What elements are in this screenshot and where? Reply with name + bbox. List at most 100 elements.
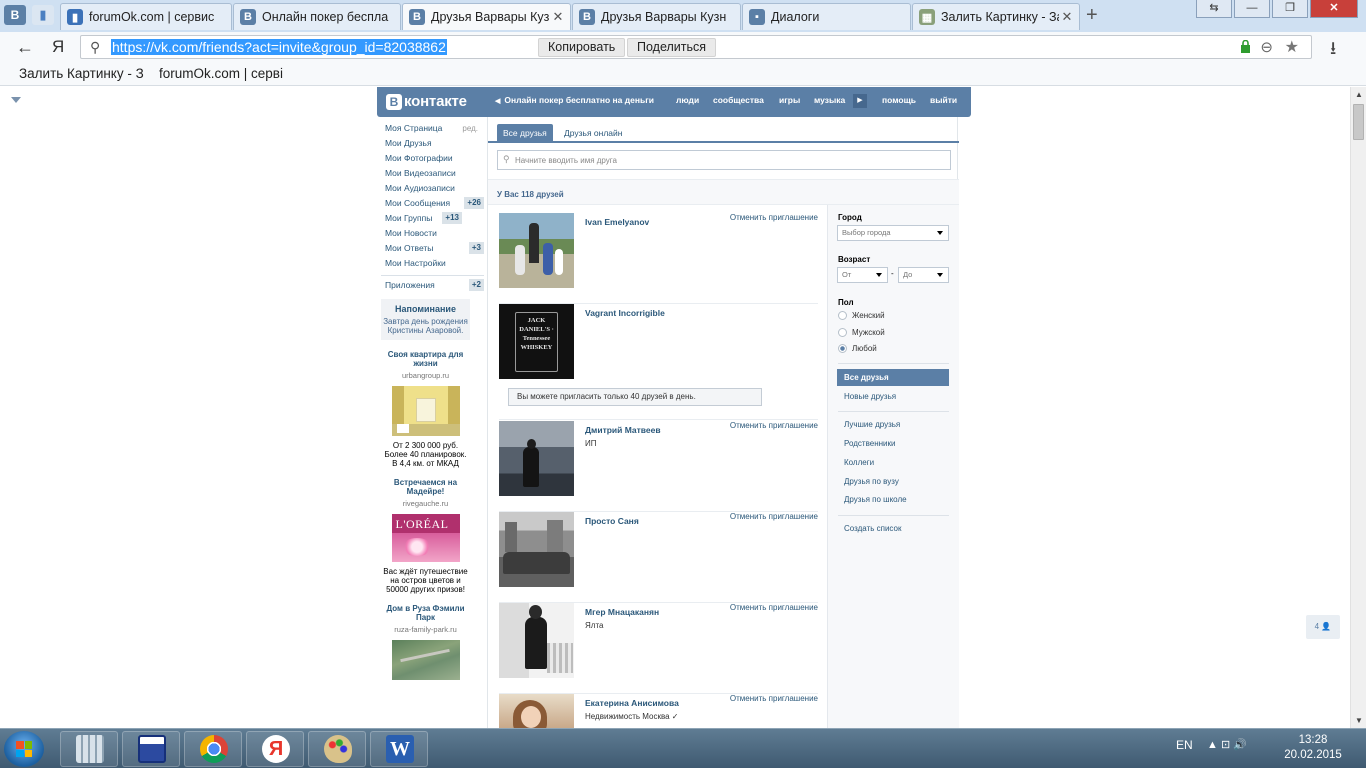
menu-my-groups[interactable]: Мои Группы +13 bbox=[381, 211, 484, 226]
list-all-friends[interactable]: Все друзья bbox=[837, 369, 949, 386]
ad-title[interactable]: Своя квартира для жизни bbox=[381, 350, 470, 368]
edit-link[interactable]: ред. bbox=[462, 121, 478, 136]
cancel-invite-link[interactable]: Отменить приглашение bbox=[730, 603, 818, 612]
cancel-invite-link[interactable]: Отменить приглашение bbox=[730, 421, 818, 430]
city-select[interactable]: Выбор города bbox=[837, 225, 949, 241]
friend-avatar[interactable] bbox=[499, 694, 574, 728]
ad-block[interactable]: Дом в Руза Фэмили Парк ruza-family-park.… bbox=[381, 604, 470, 680]
sex-radio-any[interactable]: Любой bbox=[838, 344, 877, 358]
tab-online-friends[interactable]: Друзья онлайн bbox=[564, 124, 622, 142]
menu-my-settings[interactable]: Мои Настройки bbox=[381, 256, 484, 271]
copy-button[interactable]: Копировать bbox=[538, 38, 626, 57]
tab-close-icon[interactable]: ✕ bbox=[550, 9, 566, 25]
ad-image-aerial[interactable] bbox=[391, 640, 460, 680]
tab-upload-image[interactable]: ▦ Залить Картинку - Зал ✕ bbox=[912, 3, 1080, 30]
minimize-icon[interactable]: — bbox=[1234, 0, 1270, 18]
ad-title[interactable]: Встречаемся на Мадейре! bbox=[381, 478, 470, 496]
ad-domain[interactable]: rivegauche.ru bbox=[381, 499, 470, 508]
cancel-invite-link[interactable]: Отменить приглашение bbox=[730, 512, 818, 521]
nav-communities[interactable]: сообщества bbox=[713, 95, 764, 105]
new-tab-icon[interactable]: + bbox=[1086, 4, 1098, 27]
close-window-icon[interactable]: ✕ bbox=[1310, 0, 1358, 18]
taskbar-calculator[interactable] bbox=[60, 731, 118, 767]
taskbar-paint[interactable] bbox=[308, 731, 366, 767]
start-button[interactable] bbox=[4, 731, 44, 767]
list-colleagues[interactable]: Коллеги bbox=[837, 454, 949, 471]
menu-my-page[interactable]: Моя Страница ред. bbox=[381, 121, 484, 136]
tab-all-friends[interactable]: Все друзья bbox=[497, 124, 553, 142]
pinned-tab-bookmark[interactable]: ▮ bbox=[32, 5, 54, 25]
language-indicator[interactable]: EN bbox=[1176, 738, 1193, 752]
friend-avatar[interactable]: JACK DANIEL'S · Tennessee WHISKEY bbox=[499, 304, 574, 379]
tab-close-icon[interactable]: ✕ bbox=[1059, 9, 1075, 25]
friend-avatar[interactable] bbox=[499, 512, 574, 587]
scrollbar-thumb[interactable] bbox=[1353, 104, 1364, 140]
nav-music[interactable]: музыка bbox=[814, 95, 845, 105]
taskbar-clock[interactable]: 13:28 20.02.2015 bbox=[1283, 733, 1343, 763]
ad-domain[interactable]: ruza-family-park.ru bbox=[381, 625, 470, 634]
tab-forumok[interactable]: ▮ forumOk.com | сервис bbox=[60, 3, 232, 30]
bookmark-star-icon[interactable]: ★ bbox=[1285, 37, 1299, 57]
sex-radio-male[interactable]: Мужской bbox=[838, 328, 885, 342]
tray-icons[interactable]: ▲ ⊡ 🔊 bbox=[1207, 738, 1247, 751]
page-scrollbar[interactable]: ▲ ▼ bbox=[1350, 87, 1366, 728]
list-university-friends[interactable]: Друзья по вузу bbox=[837, 473, 949, 490]
menu-my-friends[interactable]: Мои Друзья bbox=[381, 136, 484, 151]
friend-name[interactable]: Ivan Emelyanov bbox=[585, 217, 649, 227]
friend-avatar[interactable] bbox=[499, 213, 574, 288]
menu-my-messages[interactable]: Мои Сообщения +26 bbox=[381, 196, 484, 211]
list-best-friends[interactable]: Лучшие друзья bbox=[837, 416, 949, 433]
create-list-link[interactable]: Создать список bbox=[837, 520, 949, 537]
nav-more-arrow-icon[interactable]: ▶ bbox=[853, 94, 867, 108]
radio-circle-selected[interactable] bbox=[838, 344, 847, 353]
friend-avatar[interactable] bbox=[499, 603, 574, 678]
ad-image-loreal[interactable]: L'ORÉAL bbox=[391, 514, 460, 562]
taskbar-word[interactable]: W bbox=[370, 731, 428, 767]
tab-dialogs[interactable]: ▪ Диалоги bbox=[742, 3, 911, 30]
menu-my-news[interactable]: Мои Новости bbox=[381, 226, 484, 241]
reminder-box[interactable]: Напоминание Завтра день рождения Кристин… bbox=[381, 299, 470, 340]
bookmark-upload-image[interactable]: Залить Картинку - З bbox=[19, 66, 144, 81]
vk-logo[interactable]: B контакте bbox=[386, 93, 467, 110]
list-new-friends[interactable]: Новые друзья bbox=[837, 388, 949, 405]
list-school-friends[interactable]: Друзья по школе bbox=[837, 491, 949, 508]
zoom-icon[interactable]: ⊖ bbox=[1260, 38, 1273, 56]
bookmark-forumok[interactable]: forumOk.com | серві bbox=[159, 66, 283, 81]
taskbar-chrome[interactable] bbox=[184, 731, 242, 767]
friend-name[interactable]: Екатерина Анисимова bbox=[585, 698, 679, 708]
back-arrow-icon[interactable]: ← bbox=[16, 37, 34, 58]
friend-name[interactable]: Просто Саня bbox=[585, 516, 639, 526]
swap-icon[interactable]: ⇆ bbox=[1196, 0, 1232, 18]
menu-apps[interactable]: Приложения +2 bbox=[381, 278, 484, 293]
nav-logout[interactable]: выйти bbox=[930, 95, 957, 105]
age-to-select[interactable]: До bbox=[898, 267, 949, 283]
list-relatives[interactable]: Родственники bbox=[837, 435, 949, 452]
menu-my-videos[interactable]: Мои Видеозаписи bbox=[381, 166, 484, 181]
nav-people[interactable]: люди bbox=[676, 95, 699, 105]
radio-circle[interactable] bbox=[838, 328, 847, 337]
chat-online-badge[interactable]: 4 👤 bbox=[1306, 615, 1340, 639]
radio-circle[interactable] bbox=[838, 311, 847, 320]
ad-image-room[interactable] bbox=[391, 386, 460, 436]
taskbar-save-disk[interactable] bbox=[122, 731, 180, 767]
menu-my-answers[interactable]: Мои Ответы +3 bbox=[381, 241, 484, 256]
pinned-tab-vk[interactable]: B bbox=[4, 5, 26, 25]
friend-name[interactable]: Мгер Мнацаканян bbox=[585, 607, 659, 617]
sex-radio-female[interactable]: Женский bbox=[838, 311, 885, 325]
url-field[interactable]: ⚲ https://vk.com/friends?act=invite&grou… bbox=[80, 35, 1312, 59]
share-button[interactable]: Поделиться bbox=[627, 38, 717, 57]
friend-search-input[interactable]: ⚲ Начните вводить имя друга bbox=[497, 150, 951, 170]
scroll-up-icon[interactable]: ▲ bbox=[1355, 90, 1363, 99]
yandex-icon[interactable]: Я bbox=[52, 37, 64, 57]
header-back-link[interactable]: ◀ Онлайн покер бесплатно на деньги bbox=[495, 95, 654, 105]
ad-title[interactable]: Дом в Руза Фэмили Парк bbox=[381, 604, 470, 622]
nav-games[interactable]: игры bbox=[779, 95, 800, 105]
ad-block[interactable]: Своя квартира для жизни urbangroup.ru От… bbox=[381, 350, 470, 468]
menu-my-audio[interactable]: Мои Аудиозаписи bbox=[381, 181, 484, 196]
tab-online-poker[interactable]: B Онлайн покер беспла bbox=[233, 3, 401, 30]
ad-block[interactable]: Встречаемся на Мадейре! rivegauche.ru L'… bbox=[381, 478, 470, 594]
menu-my-photos[interactable]: Мои Фотографии bbox=[381, 151, 484, 166]
cancel-invite-link[interactable]: Отменить приглашение bbox=[730, 213, 818, 222]
friend-name[interactable]: Vagrant Incorrigible bbox=[585, 308, 665, 318]
tab-friends[interactable]: B Друзья Варвары Кузн bbox=[572, 3, 741, 30]
